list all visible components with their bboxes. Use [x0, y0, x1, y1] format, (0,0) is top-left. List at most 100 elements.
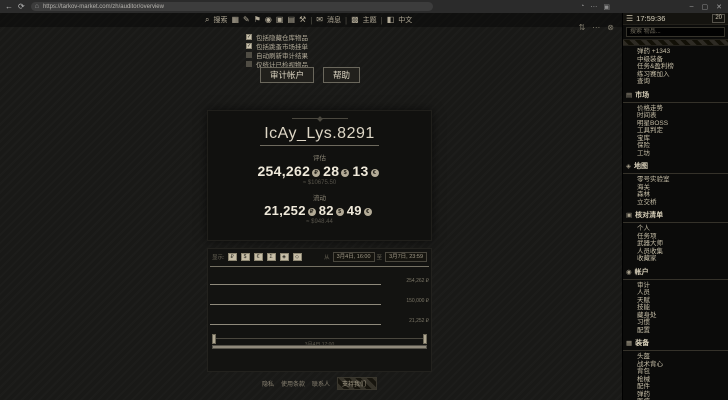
total-value-line-label: 254,262 ₽ — [406, 278, 429, 284]
sidebar-item[interactable]: 宝库 — [623, 135, 728, 143]
scrubber-left-handle[interactable] — [212, 334, 216, 344]
bag-icon[interactable]: ▤ — [287, 14, 295, 26]
sidebar-item[interactable]: 保险 — [623, 142, 728, 150]
sidebar-item[interactable]: 任务项 — [623, 233, 728, 241]
sidebar-item[interactable]: 配置 — [623, 327, 728, 335]
theme-icon[interactable]: ▩ — [351, 14, 359, 26]
gear-icon: ▦ — [626, 339, 632, 347]
sidebar-item[interactable]: 习惯 — [623, 319, 728, 327]
sidebar-item[interactable]: 明星BOSS — [623, 120, 728, 128]
sidebar-item[interactable]: 森林 — [623, 191, 728, 199]
sidebar-item[interactable]: 工具判定 — [623, 127, 728, 135]
section-label: 装备 — [635, 338, 649, 348]
camera-icon[interactable]: ▣ — [276, 14, 284, 26]
liquid-value-line — [210, 324, 381, 325]
sidebar-item[interactable]: 人员 — [623, 289, 728, 297]
language-label[interactable]: 中文 — [398, 15, 412, 25]
home-icon[interactable]: ⌂ — [35, 3, 39, 10]
browser-bar: ← ⟳ ⌂ https://tarkov-market.com/zh/audit… — [0, 0, 728, 13]
sidebar-item[interactable]: 审计 — [623, 282, 728, 290]
sidebar-search-input[interactable]: 搜索 物品... — [626, 27, 725, 37]
search-icon[interactable]: ⌕ — [205, 14, 209, 26]
sidebar-item[interactable]: 藏身处 — [623, 312, 728, 320]
minimize-icon[interactable]: – — [690, 3, 694, 10]
sidebar-item-practice[interactable]: 练习赛加入 — [623, 71, 728, 79]
checkbox-checked[interactable]: ✓ — [246, 34, 252, 40]
sidebar-item-ammo[interactable]: 弹药 +1343 — [623, 48, 728, 56]
market-icon: ▤ — [626, 91, 632, 99]
support-us-link[interactable]: 支持我们 — [337, 377, 377, 390]
maximize-icon[interactable]: ▢ — [702, 3, 709, 11]
sort-icon[interactable]: ⇅ — [579, 23, 586, 32]
sidebar-item[interactable]: 海关 — [623, 184, 728, 192]
address-bar[interactable]: ⌂ https://tarkov-market.com/zh/auditor/o… — [31, 2, 433, 11]
sidebar-item[interactable]: 价格走势 — [623, 105, 728, 113]
sidebar-item[interactable]: 战术背心 — [623, 361, 728, 369]
sidebar-item[interactable]: 弹药 — [623, 391, 728, 399]
sidebar-item[interactable]: 头盔 — [623, 353, 728, 361]
section-label: 帐户 — [635, 267, 649, 277]
option-row[interactable]: 自动刷新审计结果 — [246, 51, 308, 59]
sidebar-item[interactable]: 个人 — [623, 225, 728, 233]
mail-label[interactable]: 消息 — [327, 15, 341, 25]
stash-value-line-label: 150,000 ₽ — [406, 298, 429, 304]
grid-icon[interactable]: ▦ — [231, 14, 239, 26]
option-row[interactable]: ✓ 包括跳蚤市场挂单 — [246, 42, 308, 50]
scrubber-right-handle[interactable] — [423, 334, 427, 344]
sidebar-item[interactable]: 工坊 — [623, 150, 728, 158]
sidebar-item[interactable]: 背包 — [623, 368, 728, 376]
checkbox-unchecked[interactable] — [246, 52, 252, 58]
sidebar-item[interactable]: 立交桥 — [623, 199, 728, 207]
back-icon[interactable]: ← — [5, 0, 13, 13]
chip-stash[interactable]: ◈ — [280, 253, 289, 261]
sidebar-item-midgear[interactable]: 中级装备 — [623, 56, 728, 64]
audit-account-button[interactable]: 审计帐户 — [260, 67, 314, 83]
contact-link[interactable]: 联系人 — [312, 379, 330, 388]
checkbox-unchecked[interactable] — [246, 61, 252, 67]
sidebar: ☰ 17:59:36 20 搜索 物品... 弹药 +1343 中级装备 任务&… — [622, 13, 728, 400]
sidebar-item[interactable]: 人员收集 — [623, 248, 728, 256]
scrubber-range-bar[interactable] — [212, 345, 427, 349]
sidebar-item-lookup[interactable]: 查询 — [623, 78, 728, 86]
close-icon[interactable]: ✕ — [716, 3, 722, 11]
mail-icon[interactable]: ✉ — [316, 14, 323, 26]
wrench-icon[interactable]: ⚒ — [299, 14, 306, 26]
sidebar-item[interactable]: 天赋 — [623, 297, 728, 305]
user-icon[interactable]: ◉ — [265, 14, 272, 26]
date-to-picker[interactable]: 3月7日, 23:59 — [385, 252, 427, 262]
more-icon[interactable]: ⋯ — [592, 23, 600, 32]
sidebar-item[interactable]: 零号实验室 — [623, 176, 728, 184]
currency-chip-roubles[interactable]: ₽ — [228, 253, 237, 261]
option-row[interactable]: ✓ 包括隐藏仓库物品 — [246, 33, 308, 41]
flag-icon[interactable]: ⚑ — [254, 14, 261, 26]
sidebar-item[interactable]: 枪械 — [623, 376, 728, 384]
theme-label[interactable]: 主题 — [363, 15, 377, 25]
sidebar-item[interactable]: 时间表 — [623, 112, 728, 120]
dismiss-icon[interactable]: ⊗ — [607, 23, 614, 32]
currency-chip-euros[interactable]: € — [254, 253, 263, 261]
more-extensions-icon[interactable]: ⋯ — [590, 3, 597, 11]
help-button[interactable]: 帮助 — [323, 67, 360, 83]
chip-liquid[interactable]: ◇ — [293, 253, 302, 261]
checkbox-checked[interactable]: ✓ — [246, 43, 252, 49]
edit-icon[interactable]: ✎ — [243, 14, 250, 26]
from-label: 从 — [324, 253, 330, 261]
terms-link[interactable]: 使用条款 — [281, 379, 305, 388]
sidebar-item[interactable]: 收藏家 — [623, 255, 728, 263]
menu-icon[interactable]: ☰ — [626, 14, 633, 23]
sidebar-item[interactable]: 技能 — [623, 304, 728, 312]
reload-icon[interactable]: ⟳ — [18, 0, 25, 13]
time-range-scrubber[interactable] — [212, 334, 427, 349]
sidebar-item[interactable]: 武器大师 — [623, 240, 728, 248]
sidebar-item-profit[interactable]: 任务&盈利榜 — [623, 63, 728, 71]
search-label[interactable]: 搜索 — [213, 15, 227, 25]
notification-badge[interactable]: 20 — [712, 14, 725, 23]
chip-total[interactable]: Σ — [267, 253, 276, 261]
profile-icon[interactable]: ▣ — [603, 3, 610, 11]
extension-icon[interactable]: ◔ — [580, 3, 584, 10]
sidebar-item[interactable]: 配件 — [623, 383, 728, 391]
date-from-picker[interactable]: 3月4日, 16:00 — [333, 252, 375, 262]
privacy-link[interactable]: 隐私 — [262, 379, 274, 388]
language-icon[interactable]: ◧ — [387, 14, 395, 26]
currency-chip-dollars[interactable]: $ — [241, 253, 250, 261]
